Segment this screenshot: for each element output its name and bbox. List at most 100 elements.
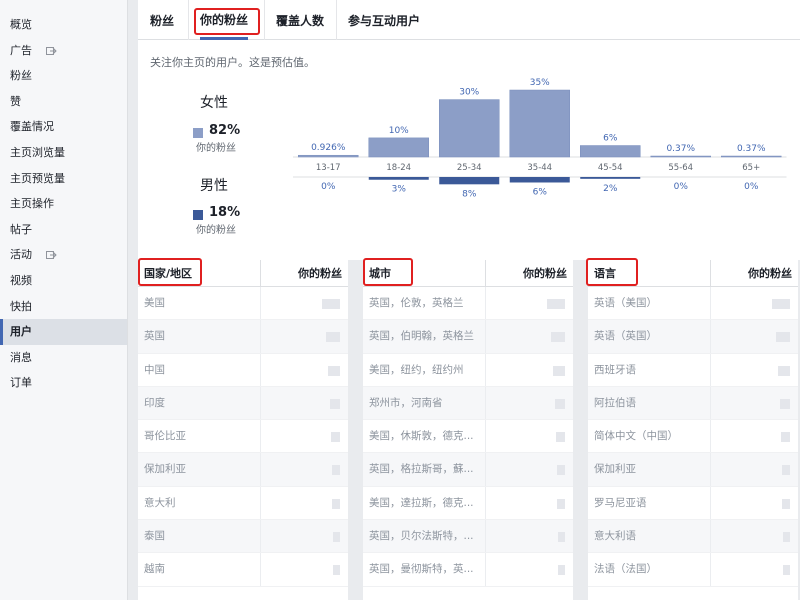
- row-value-placeholder: [547, 299, 565, 309]
- table-row: 美国，休斯敦，德克...: [363, 420, 573, 454]
- table-row: 英国，贝尔法斯特，...: [363, 520, 573, 554]
- column-divider: [710, 553, 711, 586]
- sidebar-item-page-previews[interactable]: 主页预览量: [0, 166, 127, 192]
- row-value-placeholder: [780, 398, 790, 409]
- column-divider: [260, 553, 261, 586]
- tick-label: 45-54: [598, 163, 623, 173]
- row-value-placeholder: [331, 432, 340, 443]
- column-header-country[interactable]: 国家/地区: [144, 260, 192, 287]
- sidebar-item-label: 粉丝: [10, 69, 32, 83]
- row-label: 泰国: [144, 530, 165, 543]
- language-table: 语言 你的粉丝 英语（美国） 英语（英国） 西班牙语 阿拉伯语 简体中文（中国） 保加利亚…: [588, 260, 798, 600]
- column-divider: [485, 260, 486, 287]
- data-label-female: 0.37%: [666, 144, 695, 154]
- sidebar-item-label: 活动: [10, 248, 32, 262]
- sidebar-item-likes[interactable]: 赞: [0, 89, 127, 115]
- row-label: 英国，伦敦，英格兰: [369, 297, 464, 309]
- sidebar-item-overview[interactable]: 概览: [0, 12, 127, 38]
- column-divider: [710, 453, 711, 486]
- sidebar-item-stories[interactable]: 快拍: [0, 294, 127, 320]
- row-value-placeholder: [772, 299, 790, 309]
- row-label: 法语（法国）: [594, 563, 657, 576]
- sidebar-item-label: 主页预览量: [10, 171, 65, 185]
- sidebar-item-followers[interactable]: 粉丝: [0, 63, 127, 89]
- table-row: 简体中文（中国）: [588, 420, 798, 454]
- row-value-placeholder: [333, 565, 340, 576]
- column-divider: [485, 553, 486, 586]
- column-header-fans[interactable]: 你的粉丝: [298, 260, 342, 287]
- column-divider: [485, 486, 486, 520]
- column-header-fans[interactable]: 你的粉丝: [748, 260, 792, 287]
- tab-divider: [336, 0, 337, 40]
- table-row: 西班牙语: [588, 353, 798, 387]
- tab-reach[interactable]: 覆盖人数: [276, 0, 324, 40]
- table-header: 语言 你的粉丝: [588, 260, 798, 287]
- row-value-placeholder: [556, 432, 565, 443]
- sidebar-item-page-views[interactable]: 主页浏览量: [0, 140, 127, 166]
- table-header: 城市 你的粉丝: [363, 260, 573, 287]
- bar-male-35-44: [509, 177, 570, 183]
- row-label: 英国，曼彻斯特，英...: [369, 563, 474, 576]
- row-value-placeholder: [328, 365, 340, 376]
- row-label: 英语（英国）: [594, 330, 657, 343]
- data-label-female: 30%: [459, 88, 479, 98]
- column-header-language[interactable]: 语言: [594, 260, 616, 287]
- column-header-city[interactable]: 城市: [369, 260, 391, 287]
- bar-female-45-54: [580, 145, 641, 158]
- sidebar-item-orders[interactable]: 订单: [0, 370, 127, 396]
- row-value-placeholder: [778, 365, 790, 376]
- row-label: 保加利亚: [144, 463, 186, 476]
- data-label-male: 0%: [744, 182, 759, 192]
- row-value-placeholder: [776, 332, 790, 343]
- tab-divider: [264, 0, 265, 40]
- sidebar-item-reach[interactable]: 覆盖情况: [0, 114, 127, 140]
- row-label: 美国，休斯敦，德克...: [369, 430, 474, 443]
- sidebar-item-label: 视频: [10, 273, 32, 287]
- tick-label: 35-44: [527, 163, 552, 173]
- tab-your-fans[interactable]: 你的粉丝: [200, 0, 249, 40]
- table-body: 英语（美国） 英语（英国） 西班牙语 阿拉伯语 简体中文（中国） 保加利亚 罗马尼亚语 意大利…: [588, 287, 798, 587]
- table-row: 泰国: [138, 520, 348, 554]
- table-body: 美国 英国 中国 印度 哥伦比亚 保加利亚 意大利 泰国 越南: [138, 287, 348, 587]
- row-label: 美国，纽约，纽约州: [369, 363, 464, 376]
- bar-male-45-54: [580, 177, 641, 179]
- row-value-placeholder: [332, 498, 340, 509]
- row-label: 阿拉伯语: [594, 396, 636, 409]
- bar-male-25-34: [439, 177, 500, 185]
- row-value-placeholder: [551, 332, 565, 343]
- row-value-placeholder: [558, 565, 565, 576]
- data-label-female: 0.926%: [311, 143, 346, 153]
- column-header-fans[interactable]: 你的粉丝: [523, 260, 567, 287]
- sidebar-item-posts[interactable]: 帖子: [0, 217, 127, 243]
- tick-label: 18-24: [386, 163, 411, 173]
- row-value-placeholder: [553, 365, 565, 376]
- row-label: 美国，達拉斯，德克...: [369, 496, 474, 509]
- data-label-male: 6%: [533, 187, 548, 197]
- column-divider: [260, 287, 261, 320]
- sidebar-item-label: 消息: [10, 350, 32, 364]
- tab-engaged-users[interactable]: 参与互动用户: [348, 0, 420, 40]
- table-row: 英国: [138, 320, 348, 354]
- column-divider: [485, 287, 486, 320]
- column-divider: [260, 386, 261, 420]
- age-gender-chart: 0.926% 13-17 0% 10% 18-24 3% 30% 25-34 8% 35% 35-4…: [293, 78, 787, 199]
- sidebar-item-ads[interactable]: 广告: [0, 38, 127, 64]
- data-label-female: 10%: [389, 126, 409, 136]
- row-label: 意大利: [144, 496, 176, 509]
- row-label: 英语（美国）: [594, 297, 657, 309]
- row-label: 意大利语: [594, 530, 636, 543]
- external-link-icon: [46, 46, 57, 55]
- column-divider: [260, 260, 261, 287]
- data-label-female: 0.37%: [737, 144, 766, 154]
- tab-fans[interactable]: 粉丝: [150, 0, 174, 40]
- row-label: 罗马尼亚语: [594, 496, 647, 509]
- sidebar-item-label: 赞: [10, 94, 21, 108]
- column-divider: [710, 353, 711, 386]
- sidebar-item-events[interactable]: 活动: [0, 242, 127, 268]
- row-value-placeholder: [558, 532, 565, 543]
- sidebar-item-videos[interactable]: 视频: [0, 268, 127, 294]
- sidebar-item-people[interactable]: 用户: [0, 319, 127, 345]
- bar-female-18-24: [368, 137, 429, 158]
- sidebar-item-page-actions[interactable]: 主页操作: [0, 191, 127, 217]
- sidebar-item-messages[interactable]: 消息: [0, 345, 127, 371]
